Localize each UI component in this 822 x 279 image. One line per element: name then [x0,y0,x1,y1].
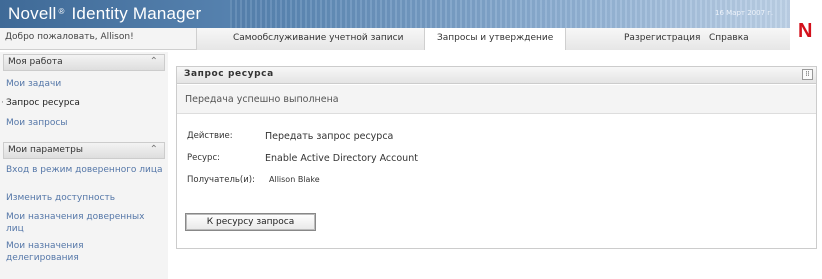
sidebar: Моя работа ⌃ Мои задачи · Запрос ресурса… [0,52,168,279]
novell-n-logo-icon: N [798,20,813,42]
app-title: Novell ® Identity Manager [8,4,201,24]
panel-menu-icon[interactable]: ⁞⁞ [802,69,813,80]
current-item-marker-icon: · [1,98,4,108]
sidebar-item-delegate-assignments[interactable]: Мои назначения делегирования [6,240,106,264]
collapse-icon[interactable]: ⌃ [150,144,158,155]
sidebar-item-request-resource[interactable]: · Запрос ресурса [1,97,166,109]
success-message: Передача успешно выполнена [185,94,339,105]
main-tabs: Самообслуживание учетной записи Запросы … [196,28,790,50]
success-banner: Передача успешно выполнена [177,85,816,114]
tab-logout[interactable]: Разрегистрация [624,33,700,43]
panel-header: Запрос ресурса ⁞⁞ [177,67,816,84]
registered-mark: ® [58,7,65,16]
novell-logo: N [790,0,822,54]
tab-help[interactable]: Справка [709,33,749,43]
field-label: Получатель(и): [187,175,255,185]
sidebar-item-proxy-assignments[interactable]: Мои назначения доверенных лиц [6,211,151,235]
sidebar-section-my-settings[interactable]: Мои параметры ⌃ [3,142,165,159]
sidebar-item-my-requests[interactable]: Мои запросы [6,117,166,129]
field-value: Enable Active Directory Account [265,153,418,164]
header-banner: Novell ® Identity Manager 16 Март 2007 г. [0,0,822,28]
field-label: Ресурс: [187,153,220,163]
sidebar-item-label: Запрос ресурса [6,98,80,108]
field-label: Действие: [187,131,233,141]
sidebar-section-title: Моя работа [8,57,63,67]
request-resource-panel: Запрос ресурса ⁞⁞ Передача успешно выпол… [176,66,817,249]
back-to-request-resource-button[interactable]: К ресурсу запроса [185,213,316,231]
tab-account-self-service[interactable]: Самообслуживание учетной записи [233,33,403,43]
sidebar-item-edit-availability[interactable]: Изменить доступность [6,192,166,204]
sidebar-section-title: Мои параметры [8,145,83,155]
brand-part1: Novell [8,4,57,23]
field-value: Передать запрос ресурса [265,131,394,142]
welcome-text: Добро пожаловать, Allison! [5,32,134,42]
sidebar-item-proxy-mode[interactable]: Вход в режим доверенного лица [6,164,166,176]
panel-title: Запрос ресурса [184,69,274,79]
sidebar-section-my-work[interactable]: Моя работа ⌃ [3,54,165,71]
current-date: 16 Март 2007 г. [715,9,774,17]
tab-requests-approvals[interactable]: Запросы и утверждение [424,28,567,50]
collapse-icon[interactable]: ⌃ [150,56,158,67]
brand-part2: Identity Manager [71,4,202,23]
sidebar-item-my-tasks[interactable]: Мои задачи [6,78,166,90]
field-value: Allison Blake [269,175,320,184]
